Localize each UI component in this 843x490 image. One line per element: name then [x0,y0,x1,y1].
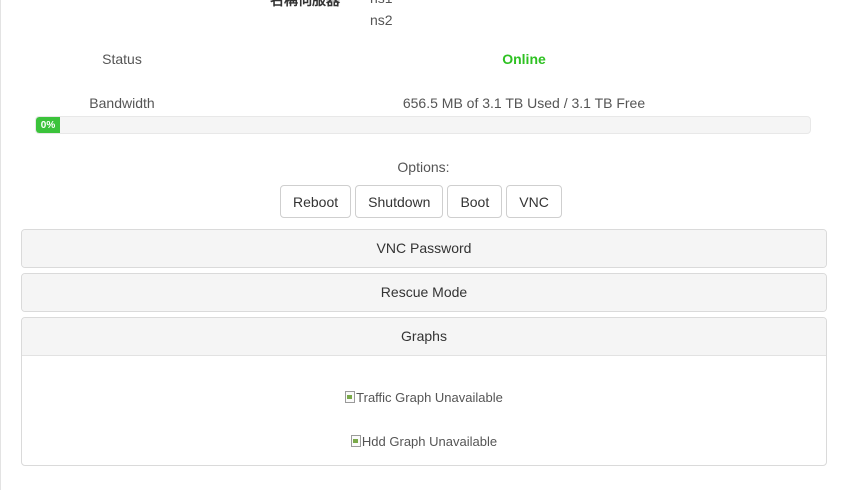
rescue-mode-panel-header[interactable]: Rescue Mode [22,274,826,311]
shutdown-button[interactable]: Shutdown [355,185,444,218]
graphs-panel: Graphs Traffic Graph Unavailable Hdd Gra… [21,317,827,466]
status-value: Online [502,51,546,67]
nameserver-2: ns2 [370,12,393,28]
reboot-button[interactable]: Reboot [280,185,352,218]
vnc-button[interactable]: VNC [506,185,562,218]
status-label: Status [102,51,142,67]
bandwidth-progress: 0% [35,116,811,134]
boot-button[interactable]: Boot [447,185,503,218]
bandwidth-summary: 656.5 MB of 3.1 TB Used / 3.1 TB Free [402,95,646,111]
vnc-password-panel: VNC Password [21,229,827,268]
bandwidth-progress-bar: 0% [36,117,60,133]
nameserver-1: ns1 [370,0,393,6]
vnc-password-panel-header[interactable]: VNC Password [22,230,826,267]
broken-image-icon [345,391,356,403]
bandwidth-label: Bandwidth [89,95,155,111]
graphs-panel-header[interactable]: Graphs [22,318,826,355]
broken-image-icon [350,435,361,447]
options-label: Options: [397,159,450,175]
hdd-graph-alt-text: Hdd Graph Unavailable [361,434,498,449]
page-left-border [0,0,1,490]
traffic-graph-image: Traffic Graph Unavailable [22,390,826,405]
options-button-group: Reboot Shutdown Boot VNC [280,185,562,218]
traffic-graph-alt-text: Traffic Graph Unavailable [356,390,503,405]
rescue-mode-panel: Rescue Mode [21,273,827,312]
hdd-graph-image: Hdd Graph Unavailable [22,434,826,449]
nameservers-label: 名稱伺服器 [270,0,340,8]
graphs-panel-body: Traffic Graph Unavailable Hdd Graph Unav… [22,355,826,465]
